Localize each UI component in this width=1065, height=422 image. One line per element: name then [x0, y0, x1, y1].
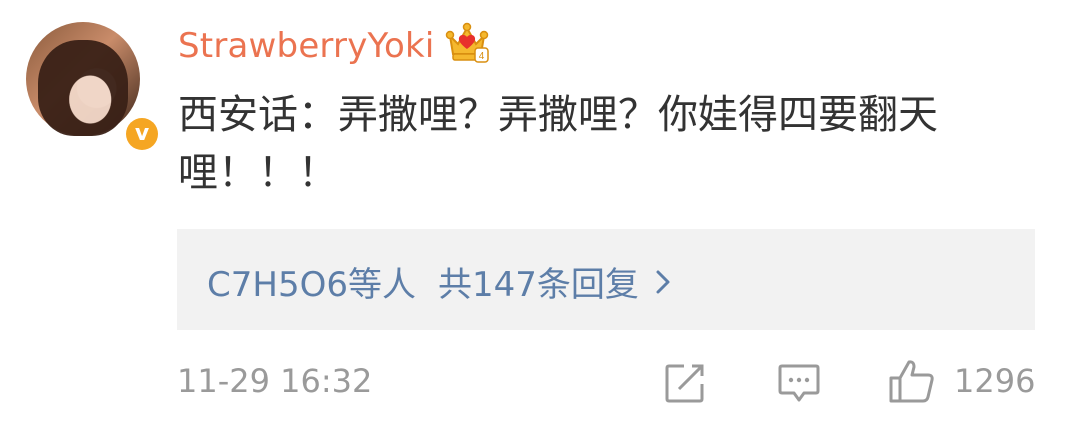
timestamp: 11-29 16:32 — [177, 362, 373, 400]
replies-link[interactable]: C7H5O6等人 共147条回复 — [207, 257, 673, 306]
verified-badge-letter: v — [126, 118, 158, 150]
avatar[interactable]: v — [26, 22, 162, 154]
replies-box[interactable]: C7H5O6等人 共147条回复 — [177, 229, 1035, 330]
reply-names[interactable]: C7H5O6等人 — [207, 257, 416, 306]
crown-icon: 4 — [445, 22, 489, 63]
verified-badge: v — [122, 114, 162, 154]
chevron-right-icon — [656, 270, 670, 293]
svg-text:4: 4 — [479, 51, 485, 62]
like-count: 1296 — [954, 362, 1036, 400]
share-icon[interactable] — [664, 362, 706, 404]
comment-icon[interactable] — [778, 363, 820, 403]
comment-text: 西安话：弄撒哩？弄撒哩？你娃得四要翻天 哩！！！ — [178, 92, 938, 196]
username[interactable]: StrawberryYoki — [178, 26, 435, 66]
avatar-figure — [38, 40, 128, 136]
thumbs-up-icon[interactable] — [888, 358, 936, 404]
reply-count[interactable]: 共147条回复 — [438, 257, 639, 306]
